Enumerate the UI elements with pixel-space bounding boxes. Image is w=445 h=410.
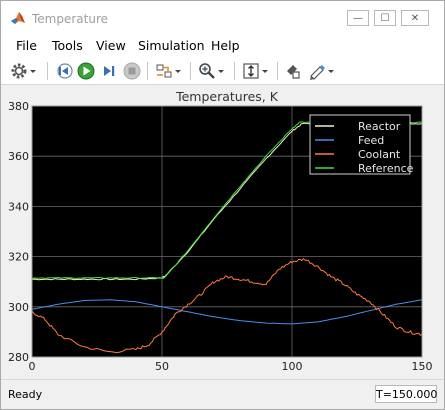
- y-tick-label: 360: [8, 150, 29, 163]
- window-title: Temperature: [32, 12, 109, 26]
- x-tick-label: 100: [282, 360, 303, 373]
- chevron-down-icon: [175, 70, 181, 73]
- highlight-button[interactable]: [307, 61, 335, 81]
- close-icon: ✕: [410, 12, 420, 24]
- style-icon: [287, 65, 300, 79]
- chart-title: Temperatures, K: [175, 89, 279, 104]
- minimize-button[interactable]: —: [347, 10, 369, 26]
- plot-area: Temperatures, K 0 50 100 150 280 300 320 340 360 3…: [1, 86, 444, 378]
- menu-simulation[interactable]: Simulation: [138, 38, 205, 53]
- zoom-button[interactable]: [197, 61, 225, 81]
- chevron-down-icon: [262, 70, 268, 73]
- y-tick-label: 280: [8, 351, 29, 364]
- step-back-icon: [57, 63, 73, 79]
- minimize-icon: —: [353, 12, 363, 24]
- chevron-down-icon: [218, 70, 224, 73]
- zoom-icon: [199, 63, 215, 79]
- signal-select-icon: [156, 64, 172, 78]
- step-forward-button[interactable]: [99, 61, 119, 81]
- chevron-down-icon: [328, 70, 334, 73]
- settings-button[interactable]: [9, 61, 37, 81]
- title-bar[interactable]: Temperature — ☐ ✕: [1, 1, 444, 33]
- menu-help[interactable]: Help: [211, 38, 240, 53]
- stop-button[interactable]: [122, 61, 142, 81]
- y-tick-label: 320: [8, 251, 29, 264]
- x-tick-label: 50: [155, 360, 169, 373]
- stop-icon: [123, 62, 141, 80]
- menu-file[interactable]: File: [16, 38, 37, 53]
- legend-label: Reactor: [358, 120, 401, 133]
- menu-view[interactable]: View: [96, 38, 126, 53]
- gear-icon: [11, 63, 27, 79]
- y-tick-label: 340: [8, 200, 29, 213]
- simulation-time: T=150.000: [375, 385, 437, 403]
- legend-label: Feed: [358, 134, 384, 147]
- menu-tools[interactable]: Tools: [52, 38, 83, 53]
- scope-window: Temperature — ☐ ✕ File Tools View Simula…: [0, 0, 445, 410]
- fit-axes-icon: [243, 63, 259, 79]
- legend-label: Reference: [358, 162, 414, 175]
- step-forward-icon: [104, 66, 115, 76]
- style-button[interactable]: [284, 61, 304, 81]
- toolbar: [1, 57, 444, 85]
- matlab-icon: [11, 12, 25, 24]
- menu-bar: File Tools View Simulation Help: [1, 33, 444, 57]
- chevron-down-icon: [30, 70, 36, 73]
- signal-select-button[interactable]: [154, 61, 182, 81]
- close-button[interactable]: ✕: [401, 10, 429, 26]
- x-tick-label: 150: [412, 360, 433, 373]
- fit-axes-button[interactable]: [241, 61, 269, 81]
- step-back-button[interactable]: [54, 61, 74, 81]
- run-button[interactable]: [76, 61, 96, 81]
- y-tick-label: 300: [8, 301, 29, 314]
- maximize-icon: ☐: [380, 12, 390, 24]
- maximize-button[interactable]: ☐: [374, 10, 396, 26]
- status-bar: Ready T=150.000: [1, 379, 444, 409]
- temperature-chart[interactable]: Temperatures, K 0 50 100 150 280 300 320 340 360 3…: [1, 86, 444, 378]
- x-tick-label: 0: [29, 360, 36, 373]
- status-text: Ready: [8, 388, 43, 401]
- legend-label: Coolant: [358, 148, 401, 161]
- run-icon: [77, 62, 95, 80]
- highlight-icon: [310, 65, 325, 80]
- y-tick-label: 380: [8, 100, 29, 113]
